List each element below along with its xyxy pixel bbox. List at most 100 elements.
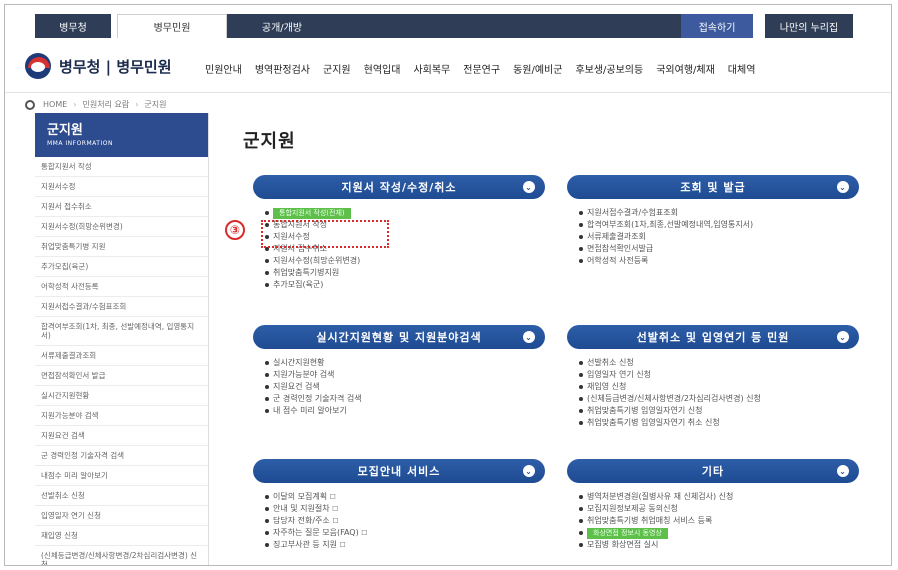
nav-item[interactable]: 병역판정검사 xyxy=(255,61,310,76)
main-nav: 민원안내 병역판정검사 군지원 현역입대 사회복무 전문연구 동원/예비군 후보… xyxy=(205,61,768,76)
list-item[interactable]: 선발취소 신청 xyxy=(579,357,859,369)
sidebar-item[interactable]: 선발취소 신청 xyxy=(35,486,208,506)
tab-mma[interactable]: 병무청 xyxy=(35,14,111,38)
list-item[interactable]: 어학성적 사전등록 xyxy=(579,255,859,267)
list-item[interactable]: (신체등급변경/신체사항변경/2차심리검사변경) 신청 xyxy=(579,393,859,405)
list-item[interactable]: 화상면접 정보시 동영상 xyxy=(579,527,859,539)
section-list: 이달의 모집계획 ☐ 안내 및 지원절차 ☐ 담당자 전화/주소 ☐ 자주하는 … xyxy=(253,491,545,551)
sidebar-item[interactable]: 지원서수정(희망순위변경) xyxy=(35,217,208,237)
list-item[interactable]: 취업맞춤특기병 취업매칭 서비스 등록 xyxy=(579,515,859,527)
section-header[interactable]: 선발취소 및 입영연기 등 민원 ⌄ xyxy=(567,325,859,349)
list-item[interactable]: 모집지원정보제공 동의신청 xyxy=(579,503,859,515)
list-item[interactable]: 추가모집(육군) xyxy=(265,279,545,291)
list-item-label[interactable]: 안내 및 지원절차 xyxy=(273,504,330,513)
chevron-down-icon[interactable]: ⌄ xyxy=(523,181,535,193)
list-item[interactable]: 지원요건 검색 xyxy=(265,381,545,393)
sidebar-item[interactable]: 내점수 미리 알아보기 xyxy=(35,466,208,486)
highlight-bar[interactable]: 통합지원서 작성(전체) xyxy=(273,208,351,219)
sidebar-item[interactable]: (신체등급변경/신체사항변경/2차심리검사변경) 신청 xyxy=(35,546,208,565)
tab-open[interactable]: 공개/개방 xyxy=(227,14,337,38)
list-item[interactable]: 병역처분변경원(질병사유 재 신체검사) 신청 xyxy=(579,491,859,503)
list-item[interactable]: 취업맞춤특기병 입영일자연기 취소 신청 xyxy=(579,417,859,429)
list-item[interactable]: 지원가능분야 검색 xyxy=(265,369,545,381)
nav-item[interactable]: 후보생/공보의등 xyxy=(575,61,643,76)
list-item[interactable]: 모집병 화상면접 실시 xyxy=(579,539,859,551)
logo-text: 병무청 | 병무민원 xyxy=(59,57,172,76)
list-item[interactable]: 합격여부조회(1차,최종,선발예정내역,입영통지서) xyxy=(579,219,859,231)
home-icon[interactable] xyxy=(25,99,35,110)
list-item[interactable]: 지원서수정(희망순위변경) xyxy=(265,255,545,267)
section-header[interactable]: 기타 ⌄ xyxy=(567,459,859,483)
list-item[interactable]: 징고부사관 등 지원 ☐ xyxy=(265,539,545,551)
list-item[interactable]: 서류제출결과조회 xyxy=(579,231,859,243)
logo[interactable]: 병무청 | 병무민원 xyxy=(25,53,172,79)
nav-item[interactable]: 동원/예비군 xyxy=(513,61,562,76)
nav-item[interactable]: 현역입대 xyxy=(364,61,401,76)
sidebar-item[interactable]: 재입영 신청 xyxy=(35,526,208,546)
list-item[interactable]: 안내 및 지원절차 ☐ xyxy=(265,503,545,515)
list-item[interactable]: 지원서접수결과/수험표조회 xyxy=(579,207,859,219)
sidebar-item[interactable]: 어학성적 사전등록 xyxy=(35,277,208,297)
section-list: 실시간지원현황 지원가능분야 검색 지원요건 검색 군 경력인정 기술자격 검색… xyxy=(253,357,545,417)
chevron-down-icon[interactable]: ⌄ xyxy=(837,181,849,193)
breadcrumb-separator: › xyxy=(73,100,77,109)
section-cancel: 선발취소 및 입영연기 등 민원 ⌄ 선발취소 신청 입영일자 연기 신청 재입… xyxy=(567,325,859,429)
breadcrumb-home[interactable]: HOME xyxy=(43,100,67,109)
list-item[interactable]: 재입영 신청 xyxy=(579,381,859,393)
list-item[interactable]: 취업맞춤특기병지원 xyxy=(265,267,545,279)
nav-item[interactable]: 전문연구 xyxy=(463,61,500,76)
sidebar-item[interactable]: 취업맞춤특기병 지원 xyxy=(35,237,208,257)
list-item-label[interactable]: 담당자 전화/주소 xyxy=(273,516,330,525)
tab-civil[interactable]: 병무민원 xyxy=(117,14,227,38)
my-page-button[interactable]: 나만의 누리집 xyxy=(765,14,853,38)
chevron-down-icon[interactable]: ⌄ xyxy=(523,465,535,477)
highlight-box xyxy=(261,220,389,248)
sidebar-item[interactable]: 입영일자 연기 신청 xyxy=(35,506,208,526)
sidebar-item[interactable]: 추가모집(육군) xyxy=(35,257,208,277)
list-item-label[interactable]: 징고부사관 등 지원 xyxy=(273,540,337,549)
section-header[interactable]: 실시간지원현황 및 지원분야검색 ⌄ xyxy=(253,325,545,349)
sidebar-item[interactable]: 합격여부조회(1차, 최종, 선발예정내역, 입영통지서) xyxy=(35,317,208,346)
nav-item[interactable]: 군지원 xyxy=(323,61,351,76)
list-item[interactable]: 이달의 모집계획 ☐ xyxy=(265,491,545,503)
list-item[interactable]: 통합지원서 작성(전체) xyxy=(265,207,545,219)
login-button[interactable]: 접속하기 xyxy=(681,14,753,38)
section-header[interactable]: 지원서 작성/수정/취소 ⌄ xyxy=(253,175,545,199)
nav-item[interactable]: 민원안내 xyxy=(205,61,242,76)
list-item[interactable]: 자주하는 질문 모음(FAQ) ☐ xyxy=(265,527,545,539)
breadcrumb-item[interactable]: 민원처리 요람 xyxy=(82,99,129,110)
sidebar-item[interactable]: 서류제출결과조회 xyxy=(35,346,208,366)
nav-item[interactable]: 국외여행/체재 xyxy=(656,61,715,76)
nav-item[interactable]: 대체역 xyxy=(728,61,756,76)
sidebar-item[interactable]: 지원가능분야 검색 xyxy=(35,406,208,426)
highlight-bar[interactable]: 화상면접 정보시 동영상 xyxy=(587,528,668,539)
sidebar-item[interactable]: 지원서접수결과/수험표조회 xyxy=(35,297,208,317)
sidebar-item[interactable]: 지원요건 검색 xyxy=(35,426,208,446)
list-item[interactable]: 담당자 전화/주소 ☐ xyxy=(265,515,545,527)
sidebar-item[interactable]: 실시간지원현황 xyxy=(35,386,208,406)
chevron-down-icon[interactable]: ⌄ xyxy=(523,331,535,343)
section-list: 병역처분변경원(질병사유 재 신체검사) 신청 모집지원정보제공 동의신청 취업… xyxy=(567,491,859,551)
topbar-fill xyxy=(337,14,681,38)
list-item-label[interactable]: 이달의 모집계획 xyxy=(273,492,327,501)
sidebar-item[interactable]: 군 경력인정 기술자격 검색 xyxy=(35,446,208,466)
section-title: 선발취소 및 입영연기 등 민원 xyxy=(636,331,790,344)
section-title: 모집안내 서비스 xyxy=(357,465,441,478)
sidebar-item[interactable]: 지원서수정 xyxy=(35,177,208,197)
list-item[interactable]: 취업맞춤특기병 입영일자연기 신청 xyxy=(579,405,859,417)
list-item[interactable]: 군 경력인정 기술자격 검색 xyxy=(265,393,545,405)
nav-item[interactable]: 사회복무 xyxy=(413,61,450,76)
list-item[interactable]: 실시간지원현황 xyxy=(265,357,545,369)
list-item[interactable]: 입영일자 연기 신청 xyxy=(579,369,859,381)
sidebar-item[interactable]: 통합지원서 작성 xyxy=(35,157,208,177)
chevron-down-icon[interactable]: ⌄ xyxy=(837,331,849,343)
sidebar-item[interactable]: 면접참석확인서 발급 xyxy=(35,366,208,386)
list-item[interactable]: 내 점수 미리 알아보기 xyxy=(265,405,545,417)
list-item[interactable]: 면접참석확인서발급 xyxy=(579,243,859,255)
section-list: 선발취소 신청 입영일자 연기 신청 재입영 신청 (신체등급변경/신체사항변경… xyxy=(567,357,859,429)
sidebar-item[interactable]: 지원서 접수취소 xyxy=(35,197,208,217)
chevron-down-icon[interactable]: ⌄ xyxy=(837,465,849,477)
list-item-label[interactable]: 자주하는 질문 모음(FAQ) xyxy=(273,528,359,537)
section-header[interactable]: 모집안내 서비스 ⌄ xyxy=(253,459,545,483)
section-header[interactable]: 조회 및 발급 ⌄ xyxy=(567,175,859,199)
